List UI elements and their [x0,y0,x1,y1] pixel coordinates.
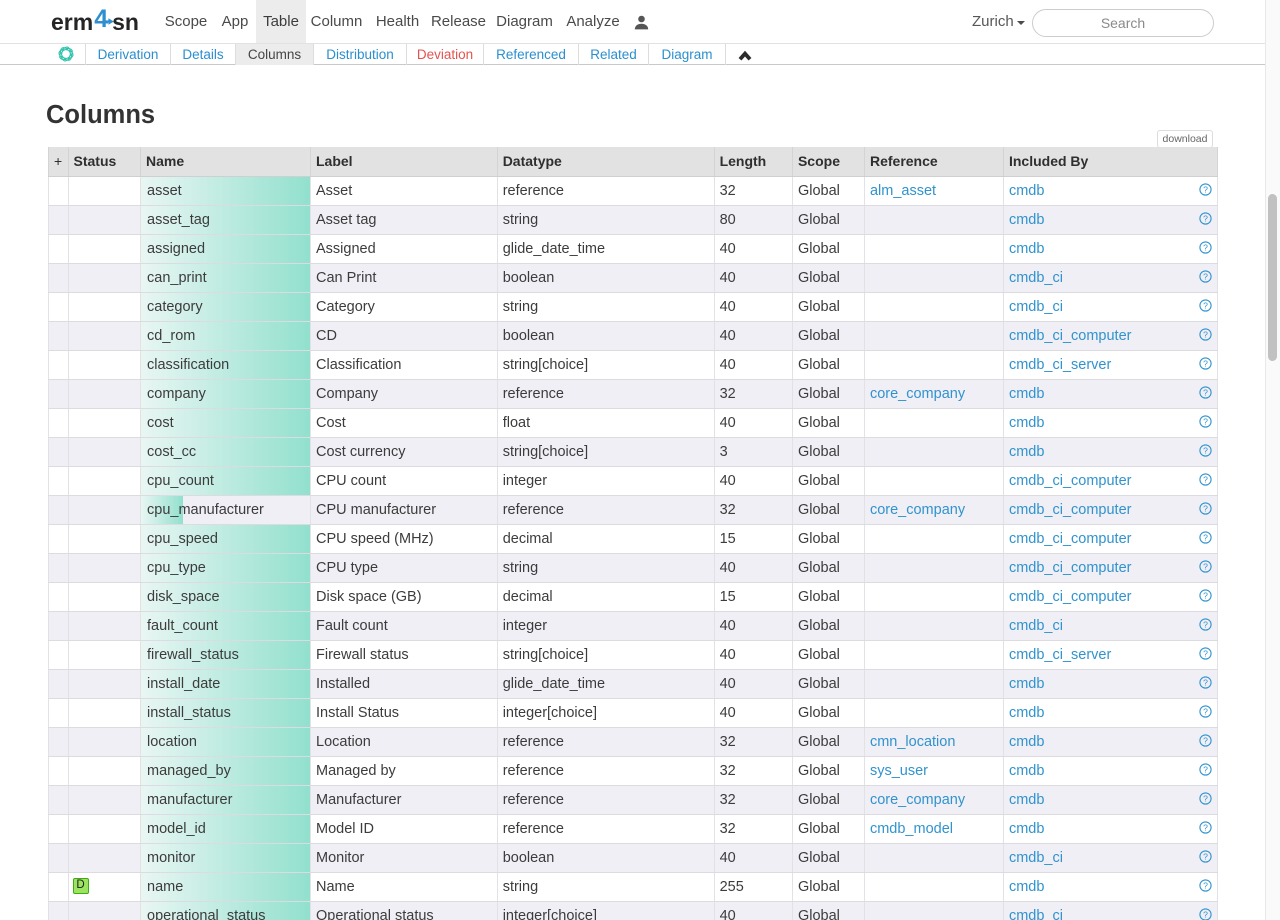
svg-text:?: ? [1203,387,1208,397]
svg-text:?: ? [1203,242,1208,252]
svg-text:?: ? [1203,648,1208,658]
svg-text:?: ? [1203,358,1208,368]
svg-text:?: ? [1203,271,1208,281]
svg-text:?: ? [1203,329,1208,339]
svg-text:?: ? [1203,532,1208,542]
svg-text:?: ? [1203,880,1208,890]
svg-text:?: ? [1203,416,1208,426]
svg-text:?: ? [1203,300,1208,310]
svg-text:?: ? [1203,735,1208,745]
svg-text:?: ? [1203,706,1208,716]
svg-text:?: ? [1203,503,1208,513]
svg-text:?: ? [1203,184,1208,194]
svg-text:?: ? [1203,677,1208,687]
svg-text:?: ? [1203,851,1208,861]
svg-text:?: ? [1203,561,1208,571]
svg-text:?: ? [1203,474,1208,484]
svg-text:?: ? [1203,445,1208,455]
svg-text:?: ? [1203,590,1208,600]
svg-text:?: ? [1203,822,1208,832]
svg-text:?: ? [1203,764,1208,774]
svg-text:?: ? [1203,909,1208,919]
svg-text:?: ? [1203,213,1208,223]
svg-text:?: ? [1203,619,1208,629]
svg-text:?: ? [1203,793,1208,803]
